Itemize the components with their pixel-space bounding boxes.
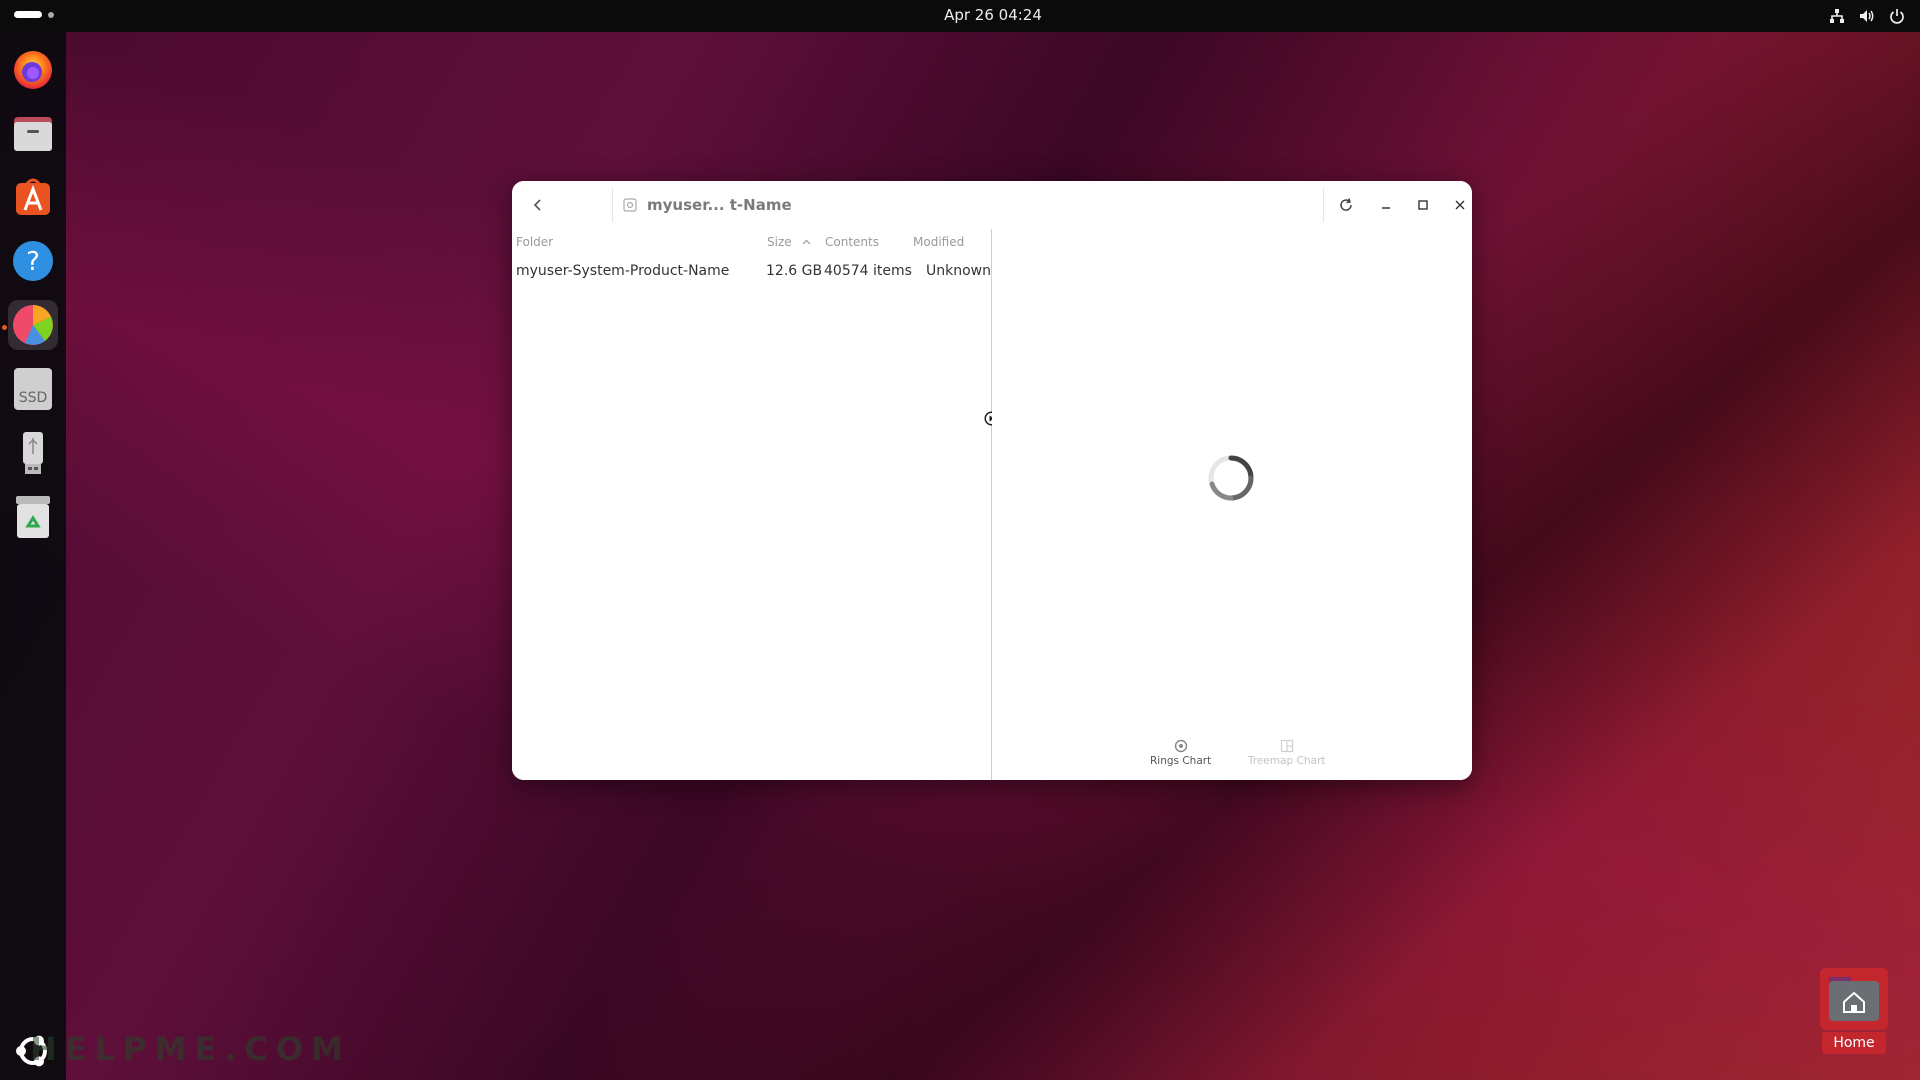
disk-usage-analyzer-icon xyxy=(13,305,53,345)
minimize-icon xyxy=(1382,207,1390,209)
trash-icon xyxy=(16,496,50,538)
drive-icon xyxy=(623,198,637,212)
maximize-icon xyxy=(1418,200,1428,210)
ssd-icon: SSD xyxy=(14,368,52,410)
column-header-contents[interactable]: Contents xyxy=(825,235,879,249)
treemap-chart-icon xyxy=(1280,739,1293,753)
dock-item-app-center[interactable] xyxy=(8,172,58,222)
column-headers: Folder Size Contents Modified xyxy=(512,229,991,255)
home-folder-tile xyxy=(1820,968,1888,1030)
top-bar: Apr 26 04:24 xyxy=(0,0,1920,32)
files-icon xyxy=(14,117,52,151)
close-button[interactable] xyxy=(1448,193,1472,217)
watermark: HELPME.COM xyxy=(30,1030,351,1068)
clock[interactable]: Apr 26 04:24 xyxy=(944,6,1042,24)
back-button[interactable] xyxy=(526,193,550,217)
rings-chart-button[interactable]: Rings Chart xyxy=(1150,739,1211,767)
usb-drive-icon xyxy=(23,432,43,474)
table-row[interactable]: myuser-System-Product-Name 12.6 GB 40574… xyxy=(512,259,991,283)
close-icon xyxy=(1455,200,1465,210)
header-bar: myuser... t-Name xyxy=(512,181,1472,229)
app-center-icon xyxy=(16,178,50,215)
svg-text:?: ? xyxy=(26,247,40,277)
column-header-modified[interactable]: Modified xyxy=(913,235,964,249)
refresh-icon xyxy=(1340,198,1352,211)
minimize-button[interactable] xyxy=(1374,193,1398,217)
folder-list[interactable]: Folder Size Contents Modified myuser-Sys… xyxy=(512,229,991,780)
disk-usage-analyzer-window: myuser... t-Name Folder Size Contents Mo… xyxy=(512,181,1472,780)
dock-item-firefox[interactable] xyxy=(8,44,58,94)
path-label: myuser... t-Name xyxy=(647,196,792,214)
network-icon[interactable] xyxy=(1828,7,1846,25)
column-header-size[interactable]: Size xyxy=(767,235,792,249)
clock-container: Apr 26 04:24 xyxy=(0,0,1920,32)
loading-spinner-icon xyxy=(1208,455,1254,501)
dock-item-usb-drive[interactable] xyxy=(8,428,58,478)
chevron-left-icon xyxy=(533,199,541,211)
dock-item-ssd-drive[interactable]: SSD xyxy=(8,364,58,414)
path-bar[interactable]: myuser... t-Name xyxy=(612,188,1324,222)
maximize-button[interactable] xyxy=(1411,193,1435,217)
refresh-button[interactable] xyxy=(1334,193,1358,217)
dock-item-trash[interactable] xyxy=(8,492,58,542)
dock-item-help[interactable]: ? xyxy=(8,236,58,286)
rings-chart-icon xyxy=(1174,739,1187,753)
workspace-indicator-active xyxy=(14,11,42,18)
treemap-chart-button[interactable]: Treemap Chart xyxy=(1248,739,1325,767)
chart-area[interactable]: Rings Chart Treemap Chart xyxy=(992,229,1472,780)
treemap-chart-label: Treemap Chart xyxy=(1248,755,1326,767)
home-label: Home xyxy=(1822,1032,1886,1054)
running-indicator xyxy=(2,325,7,330)
dock-item-disk-usage-analyzer[interactable] xyxy=(8,300,58,350)
workspace-indicator xyxy=(48,11,54,18)
help-icon: ? xyxy=(13,241,53,281)
svg-text:SSD: SSD xyxy=(19,390,48,406)
row-size: 12.6 GB xyxy=(766,263,823,279)
power-icon[interactable] xyxy=(1888,7,1906,25)
activities-button[interactable] xyxy=(14,11,54,18)
system-tray[interactable] xyxy=(1828,7,1906,25)
sort-ascending-icon xyxy=(802,239,811,245)
home-folder-icon xyxy=(1829,977,1879,1021)
dock: ? SSD xyxy=(0,32,66,1080)
dock-item-files[interactable] xyxy=(8,108,58,158)
column-header-folder[interactable]: Folder xyxy=(516,235,553,249)
row-modified: Unknown xyxy=(926,263,991,279)
row-folder: myuser-System-Product-Name xyxy=(516,263,730,279)
volume-icon[interactable] xyxy=(1858,7,1876,25)
desktop-home-icon[interactable]: Home xyxy=(1820,968,1888,1058)
row-contents: 40574 items xyxy=(824,263,912,279)
firefox-icon xyxy=(14,51,52,89)
rings-chart-label: Rings Chart xyxy=(1150,755,1212,767)
